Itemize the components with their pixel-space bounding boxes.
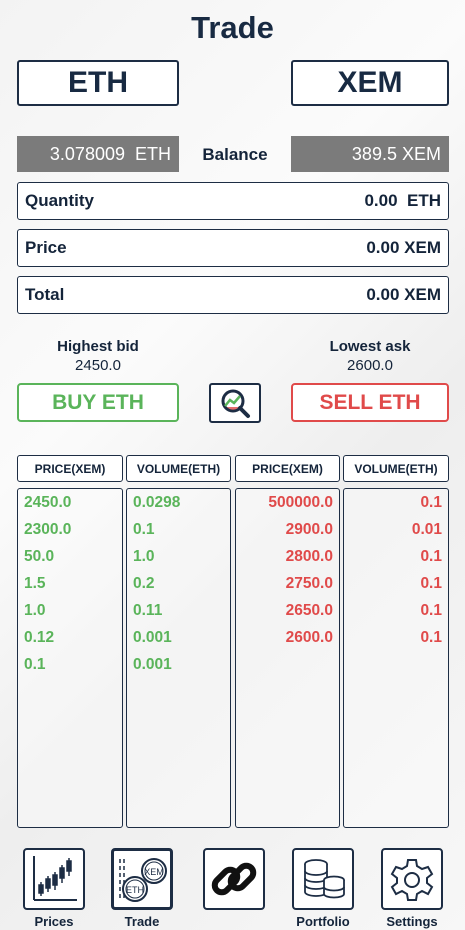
- quote-balance-unit: XEM: [401, 143, 441, 164]
- bid-volume-header: VOLUME(ETH): [126, 455, 231, 482]
- page-title: Trade: [191, 10, 274, 45]
- bid-volume[interactable]: 0.1: [127, 520, 230, 540]
- lowest-ask-label: Lowest ask: [329, 338, 411, 355]
- ask-volume-column: 0.1 0.01 0.1 0.1 0.1 0.1: [343, 488, 449, 828]
- ask-volume[interactable]: 0.1: [344, 547, 448, 567]
- bid-volume[interactable]: 1.0: [127, 547, 230, 567]
- balance-label: Balance: [202, 145, 268, 164]
- eth-xem-coins-icon: XEM ETH: [119, 858, 167, 902]
- base-currency-button[interactable]: ETH: [17, 60, 179, 106]
- nav-trade-label: Trade: [124, 914, 160, 929]
- price-value[interactable]: 0.00: [366, 238, 399, 257]
- bid-volume[interactable]: 0.11: [127, 601, 230, 621]
- svg-text:XEM: XEM: [144, 867, 164, 877]
- total-label: Total: [25, 285, 65, 304]
- svg-text:ETH: ETH: [126, 885, 144, 895]
- bid-volume[interactable]: 0.001: [127, 628, 230, 648]
- bid-price-header: PRICE(XEM): [17, 455, 123, 482]
- ask-price[interactable]: 2900.0: [236, 520, 339, 540]
- ask-price-column: 500000.0 2900.0 2800.0 2750.0 2650.0 260…: [235, 488, 340, 828]
- ask-volume[interactable]: 0.1: [344, 493, 448, 513]
- ask-price-header: PRICE(XEM): [235, 455, 340, 482]
- total-unit: XEM: [404, 285, 441, 304]
- price-field[interactable]: Price 0.00 XEM: [17, 229, 449, 267]
- bid-price[interactable]: 50.0: [18, 547, 122, 567]
- bid-volume[interactable]: 0.2: [127, 574, 230, 594]
- nav-prices[interactable]: [23, 848, 85, 910]
- chain-link-icon: [211, 862, 257, 896]
- ask-price[interactable]: 2650.0: [236, 601, 339, 621]
- total-value[interactable]: 0.00: [366, 285, 399, 304]
- ask-volume[interactable]: 0.1: [344, 574, 448, 594]
- nav-portfolio[interactable]: [292, 848, 354, 910]
- total-field[interactable]: Total 0.00 XEM: [17, 276, 449, 314]
- bid-price[interactable]: 2300.0: [18, 520, 122, 540]
- nav-settings[interactable]: [381, 848, 443, 910]
- price-unit: XEM: [404, 238, 441, 257]
- price-label: Price: [25, 238, 67, 257]
- quote-balance: 389.5 XEM: [291, 136, 449, 172]
- quantity-value[interactable]: 0.00: [364, 191, 397, 210]
- ask-price[interactable]: 2800.0: [236, 547, 339, 567]
- bid-volume[interactable]: 0.0298: [127, 493, 230, 513]
- base-balance-amount: 3.078009: [49, 143, 125, 164]
- lowest-ask-value: 2600.0: [347, 357, 393, 374]
- ask-volume[interactable]: 0.1: [344, 628, 448, 648]
- quantity-field[interactable]: Quantity 0.00 ETH: [17, 182, 449, 220]
- coin-stack-icon: [304, 859, 345, 899]
- base-balance: 3.078009 ETH: [17, 136, 179, 172]
- bid-price[interactable]: 0.1: [18, 655, 122, 675]
- highest-bid-label: Highest bid: [57, 338, 139, 355]
- bid-price[interactable]: 1.5: [18, 574, 122, 594]
- quantity-unit: ETH: [407, 191, 441, 210]
- nav-chain-link[interactable]: [203, 848, 265, 910]
- buy-button[interactable]: BUY ETH: [17, 383, 179, 422]
- ask-price[interactable]: 500000.0: [236, 493, 339, 513]
- ask-price[interactable]: 2750.0: [236, 574, 339, 594]
- quantity-label: Quantity: [25, 191, 94, 210]
- ask-volume[interactable]: 0.1: [344, 601, 448, 621]
- quote-balance-amount: 389.5: [351, 143, 397, 164]
- highest-bid-value: 2450.0: [75, 357, 121, 374]
- nav-trade[interactable]: XEM ETH: [111, 848, 173, 910]
- bid-volume[interactable]: 0.001: [127, 655, 230, 675]
- candlestick-chart-icon: [33, 856, 77, 901]
- quote-currency-button[interactable]: XEM: [291, 60, 449, 106]
- sell-button[interactable]: SELL ETH: [291, 383, 449, 422]
- base-balance-unit: ETH: [135, 143, 171, 164]
- ask-volume-header: VOLUME(ETH): [343, 455, 449, 482]
- bid-price[interactable]: 0.12: [18, 628, 122, 648]
- bid-price-column: 2450.0 2300.0 50.0 1.5 1.0 0.12 0.1: [17, 488, 123, 828]
- nav-portfolio-label: Portfolio: [296, 914, 350, 929]
- bid-volume-column: 0.0298 0.1 1.0 0.2 0.11 0.001 0.001: [126, 488, 231, 828]
- nav-prices-label: Prices: [34, 914, 74, 929]
- bid-price[interactable]: 1.0: [18, 601, 122, 621]
- search-market-button[interactable]: [209, 383, 261, 423]
- magnifier-chart-icon: [221, 389, 250, 418]
- ask-price[interactable]: 2600.0: [236, 628, 339, 648]
- ask-volume[interactable]: 0.01: [344, 520, 448, 540]
- bid-price[interactable]: 2450.0: [18, 493, 122, 513]
- gear-icon: [390, 859, 434, 901]
- nav-settings-label: Settings: [386, 914, 438, 929]
